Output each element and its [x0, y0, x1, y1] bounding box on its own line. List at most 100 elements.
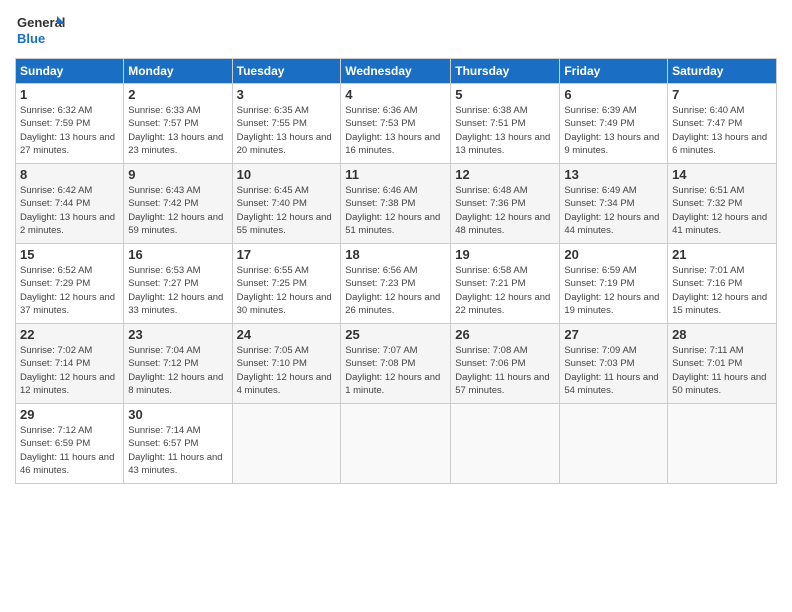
- day-number: 16: [128, 247, 227, 262]
- day-info: Sunrise: 7:11 AMSunset: 7:01 PMDaylight:…: [672, 344, 772, 397]
- calendar-cell: 27 Sunrise: 7:09 AMSunset: 7:03 PMDayligh…: [560, 324, 668, 404]
- calendar-cell: 5 Sunrise: 6:38 AMSunset: 7:51 PMDaylight…: [451, 84, 560, 164]
- calendar-cell: 21 Sunrise: 7:01 AMSunset: 7:16 PMDayligh…: [668, 244, 777, 324]
- calendar-cell: 6 Sunrise: 6:39 AMSunset: 7:49 PMDaylight…: [560, 84, 668, 164]
- day-info: Sunrise: 6:59 AMSunset: 7:19 PMDaylight:…: [564, 264, 663, 317]
- day-info: Sunrise: 6:42 AMSunset: 7:44 PMDaylight:…: [20, 184, 119, 237]
- calendar-cell: 2Sunrise: 6:33 AMSunset: 7:57 PMDaylight…: [124, 84, 232, 164]
- day-info: Sunrise: 6:58 AMSunset: 7:21 PMDaylight:…: [455, 264, 555, 317]
- calendar-cell: 11 Sunrise: 6:46 AMSunset: 7:38 PMDayligh…: [341, 164, 451, 244]
- calendar-cell: 29 Sunrise: 7:12 AMSunset: 6:59 PMDayligh…: [16, 404, 124, 484]
- calendar-cell: 26 Sunrise: 7:08 AMSunset: 7:06 PMDayligh…: [451, 324, 560, 404]
- day-number: 1: [20, 87, 119, 102]
- day-info: Sunrise: 7:08 AMSunset: 7:06 PMDaylight:…: [455, 344, 555, 397]
- logo-svg: General Blue: [15, 10, 65, 50]
- day-info: Sunrise: 7:01 AMSunset: 7:16 PMDaylight:…: [672, 264, 772, 317]
- calendar-cell: 16 Sunrise: 6:53 AMSunset: 7:27 PMDayligh…: [124, 244, 232, 324]
- day-number: 10: [237, 167, 337, 182]
- day-info: Sunrise: 7:09 AMSunset: 7:03 PMDaylight:…: [564, 344, 663, 397]
- day-number: 9: [128, 167, 227, 182]
- day-info: Sunrise: 6:36 AMSunset: 7:53 PMDaylight:…: [345, 104, 446, 157]
- calendar-cell: 24 Sunrise: 7:05 AMSunset: 7:10 PMDayligh…: [232, 324, 341, 404]
- day-info: Sunrise: 6:55 AMSunset: 7:25 PMDaylight:…: [237, 264, 337, 317]
- day-info: Sunrise: 6:49 AMSunset: 7:34 PMDaylight:…: [564, 184, 663, 237]
- day-number: 20: [564, 247, 663, 262]
- day-number: 27: [564, 327, 663, 342]
- day-info: Sunrise: 7:07 AMSunset: 7:08 PMDaylight:…: [345, 344, 446, 397]
- weekday-header-friday: Friday: [560, 59, 668, 84]
- day-info: Sunrise: 7:04 AMSunset: 7:12 PMDaylight:…: [128, 344, 227, 397]
- weekday-header-saturday: Saturday: [668, 59, 777, 84]
- day-info: Sunrise: 6:40 AMSunset: 7:47 PMDaylight:…: [672, 104, 772, 157]
- calendar-cell: 13 Sunrise: 6:49 AMSunset: 7:34 PMDayligh…: [560, 164, 668, 244]
- day-info: Sunrise: 6:45 AMSunset: 7:40 PMDaylight:…: [237, 184, 337, 237]
- day-number: 17: [237, 247, 337, 262]
- day-info: Sunrise: 6:38 AMSunset: 7:51 PMDaylight:…: [455, 104, 555, 157]
- calendar-cell: 19Sunrise: 6:58 AMSunset: 7:21 PMDayligh…: [451, 244, 560, 324]
- day-info: Sunrise: 7:05 AMSunset: 7:10 PMDaylight:…: [237, 344, 337, 397]
- day-number: 26: [455, 327, 555, 342]
- calendar-week-row: 1 Sunrise: 6:32 AMSunset: 7:59 PMDaylight…: [16, 84, 777, 164]
- calendar-cell: 20 Sunrise: 6:59 AMSunset: 7:19 PMDayligh…: [560, 244, 668, 324]
- weekday-header-row: SundayMondayTuesdayWednesdayThursdayFrid…: [16, 59, 777, 84]
- weekday-header-thursday: Thursday: [451, 59, 560, 84]
- calendar-cell: 1 Sunrise: 6:32 AMSunset: 7:59 PMDaylight…: [16, 84, 124, 164]
- day-info: Sunrise: 6:35 AMSunset: 7:55 PMDaylight:…: [237, 104, 337, 157]
- calendar-cell: [451, 404, 560, 484]
- day-number: 18: [345, 247, 446, 262]
- calendar-cell: 14Sunrise: 6:51 AMSunset: 7:32 PMDayligh…: [668, 164, 777, 244]
- day-info: Sunrise: 6:53 AMSunset: 7:27 PMDaylight:…: [128, 264, 227, 317]
- calendar-cell: 8 Sunrise: 6:42 AMSunset: 7:44 PMDaylight…: [16, 164, 124, 244]
- calendar-cell: 9 Sunrise: 6:43 AMSunset: 7:42 PMDaylight…: [124, 164, 232, 244]
- day-number: 21: [672, 247, 772, 262]
- day-number: 8: [20, 167, 119, 182]
- day-info: Sunrise: 7:12 AMSunset: 6:59 PMDaylight:…: [20, 424, 119, 477]
- day-info: Sunrise: 6:48 AMSunset: 7:36 PMDaylight:…: [455, 184, 555, 237]
- day-number: 15: [20, 247, 119, 262]
- calendar-cell: 15 Sunrise: 6:52 AMSunset: 7:29 PMDayligh…: [16, 244, 124, 324]
- day-info: Sunrise: 6:39 AMSunset: 7:49 PMDaylight:…: [564, 104, 663, 157]
- day-number: 24: [237, 327, 337, 342]
- day-number: 11: [345, 167, 446, 182]
- day-number: 2: [128, 87, 227, 102]
- weekday-header-wednesday: Wednesday: [341, 59, 451, 84]
- day-number: 6: [564, 87, 663, 102]
- day-info: Sunrise: 6:43 AMSunset: 7:42 PMDaylight:…: [128, 184, 227, 237]
- calendar-cell: 7 Sunrise: 6:40 AMSunset: 7:47 PMDaylight…: [668, 84, 777, 164]
- day-number: 4: [345, 87, 446, 102]
- day-info: Sunrise: 7:02 AMSunset: 7:14 PMDaylight:…: [20, 344, 119, 397]
- day-info: Sunrise: 6:32 AMSunset: 7:59 PMDaylight:…: [20, 104, 119, 157]
- calendar-cell: 3 Sunrise: 6:35 AMSunset: 7:55 PMDaylight…: [232, 84, 341, 164]
- weekday-header-sunday: Sunday: [16, 59, 124, 84]
- day-number: 7: [672, 87, 772, 102]
- day-number: 5: [455, 87, 555, 102]
- calendar-cell: [341, 404, 451, 484]
- day-number: 25: [345, 327, 446, 342]
- calendar-table: SundayMondayTuesdayWednesdayThursdayFrid…: [15, 58, 777, 484]
- calendar-week-row: 8 Sunrise: 6:42 AMSunset: 7:44 PMDaylight…: [16, 164, 777, 244]
- day-number: 22: [20, 327, 119, 342]
- calendar-cell: [232, 404, 341, 484]
- day-info: Sunrise: 6:52 AMSunset: 7:29 PMDaylight:…: [20, 264, 119, 317]
- day-number: 14: [672, 167, 772, 182]
- logo: General Blue: [15, 10, 65, 50]
- day-number: 13: [564, 167, 663, 182]
- calendar-cell: [560, 404, 668, 484]
- calendar-cell: 28 Sunrise: 7:11 AMSunset: 7:01 PMDayligh…: [668, 324, 777, 404]
- day-number: 29: [20, 407, 119, 422]
- day-number: 3: [237, 87, 337, 102]
- calendar-week-row: 22 Sunrise: 7:02 AMSunset: 7:14 PMDayligh…: [16, 324, 777, 404]
- calendar-cell: 10 Sunrise: 6:45 AMSunset: 7:40 PMDayligh…: [232, 164, 341, 244]
- calendar-week-row: 29 Sunrise: 7:12 AMSunset: 6:59 PMDayligh…: [16, 404, 777, 484]
- calendar-cell: 18 Sunrise: 6:56 AMSunset: 7:23 PMDayligh…: [341, 244, 451, 324]
- day-number: 12: [455, 167, 555, 182]
- weekday-header-monday: Monday: [124, 59, 232, 84]
- day-number: 23: [128, 327, 227, 342]
- weekday-header-tuesday: Tuesday: [232, 59, 341, 84]
- day-info: Sunrise: 6:46 AMSunset: 7:38 PMDaylight:…: [345, 184, 446, 237]
- day-number: 28: [672, 327, 772, 342]
- calendar-cell: 12 Sunrise: 6:48 AMSunset: 7:36 PMDayligh…: [451, 164, 560, 244]
- page-container: General Blue SundayMondayTuesdayWednesda…: [0, 0, 792, 494]
- calendar-cell: 25 Sunrise: 7:07 AMSunset: 7:08 PMDayligh…: [341, 324, 451, 404]
- day-info: Sunrise: 6:56 AMSunset: 7:23 PMDaylight:…: [345, 264, 446, 317]
